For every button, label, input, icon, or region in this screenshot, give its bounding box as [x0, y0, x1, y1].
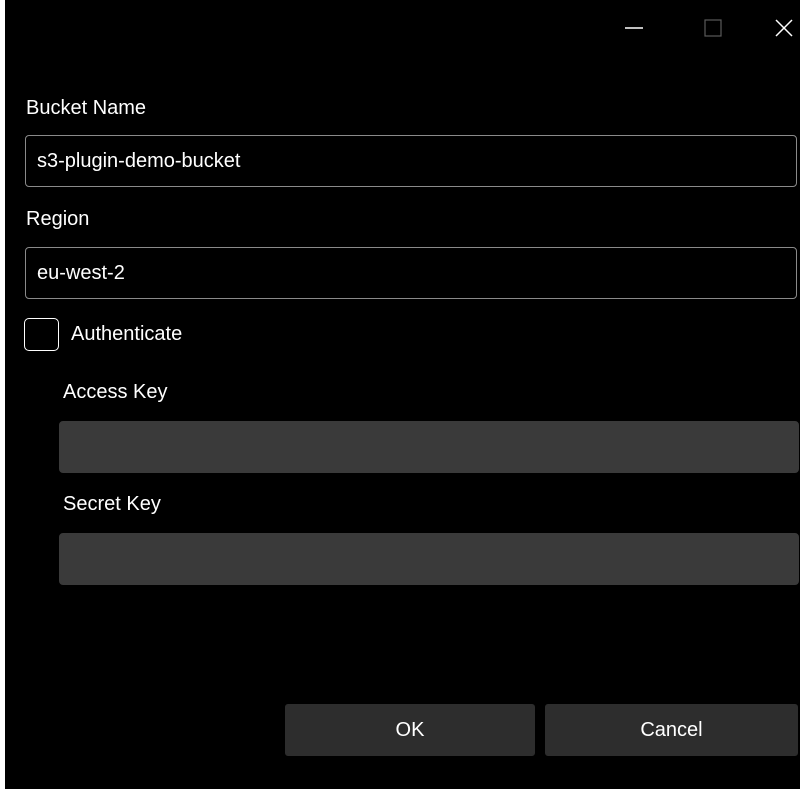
authenticate-label[interactable]: Authenticate: [71, 323, 182, 346]
authenticate-checkbox[interactable]: [24, 318, 59, 351]
close-icon: [775, 19, 793, 37]
access-key-input[interactable]: [59, 421, 799, 473]
region-input[interactable]: [25, 247, 797, 299]
close-button[interactable]: [768, 0, 800, 56]
cancel-button[interactable]: Cancel: [545, 704, 798, 756]
access-key-label: Access Key: [63, 381, 168, 403]
dialog-window: Bucket Name Region Authenticate Access K…: [5, 0, 800, 789]
maximize-button[interactable]: [690, 0, 736, 56]
ok-button[interactable]: OK: [285, 704, 535, 756]
minimize-icon: [625, 27, 643, 29]
bucket-name-input[interactable]: [25, 135, 797, 187]
minimize-button[interactable]: [611, 0, 657, 56]
maximize-icon: [704, 19, 722, 37]
secret-key-input[interactable]: [59, 533, 799, 585]
secret-key-label: Secret Key: [63, 493, 161, 515]
bucket-name-label: Bucket Name: [26, 97, 147, 119]
region-label: Region: [26, 208, 90, 230]
